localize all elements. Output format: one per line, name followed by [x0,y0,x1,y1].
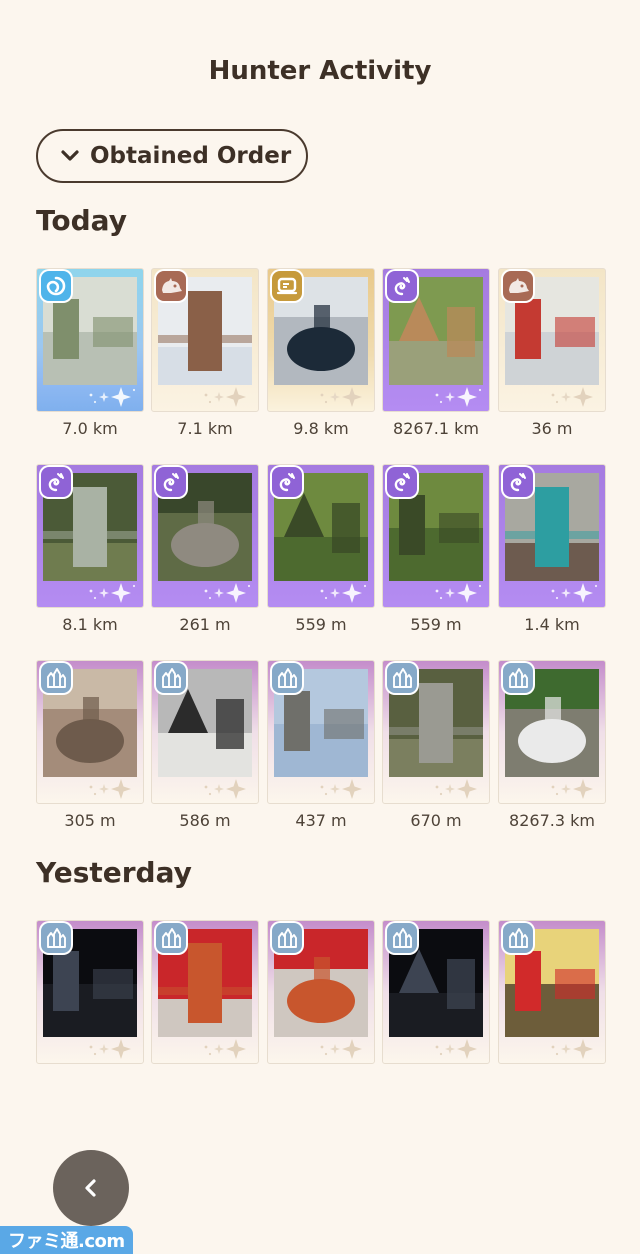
activity-card[interactable] [382,660,490,804]
activity-card[interactable] [36,920,144,1064]
activity-card[interactable] [382,920,490,1064]
activity-card[interactable] [267,464,375,608]
card-distance: 1.4 km [524,615,580,634]
back-button[interactable] [53,1150,129,1226]
activity-card[interactable] [151,464,259,608]
crystal-badge-icon [41,663,71,693]
sparkle-icon [308,778,368,800]
card-distance: 8267.3 km [509,811,595,830]
sparkle-icon [423,582,483,604]
sparkle-icon [192,386,252,408]
crystal-badge-icon [41,923,71,953]
chevron-left-icon [85,1179,96,1197]
activity-card[interactable] [151,660,259,804]
activity-card[interactable] [498,268,606,412]
sparkle-icon [308,582,368,604]
chevron-down-icon [61,150,79,161]
sparkle-icon [77,386,137,408]
card-distance: 7.0 km [62,419,118,438]
sparkle-icon [539,1038,599,1060]
swirl-badge-icon [41,271,71,301]
card-distance: 437 m [295,811,347,830]
card-distance: 8267.1 km [393,419,479,438]
spiral-badge-icon [503,467,533,497]
crystal-badge-icon [272,663,302,693]
card-distance: 7.1 km [177,419,233,438]
sparkle-icon [192,778,252,800]
sparkle-icon [192,1038,252,1060]
card-distance: 559 m [295,615,347,634]
activity-card[interactable] [36,660,144,804]
activity-card[interactable] [151,268,259,412]
activity-card[interactable] [151,920,259,1064]
sparkle-icon [423,386,483,408]
sparkle-icon [192,582,252,604]
sparkle-icon [539,778,599,800]
card-distance: 261 m [179,615,231,634]
activity-card[interactable] [267,268,375,412]
card-distance: 559 m [410,615,462,634]
sparkle-icon [423,778,483,800]
sparkle-icon [77,778,137,800]
card-distance: 8.1 km [62,615,118,634]
activity-card[interactable] [498,660,606,804]
box-badge-icon [272,271,302,301]
card-distance: 36 m [531,419,573,438]
section-title-yesterday: Yesterday [36,856,192,889]
crystal-badge-icon [387,663,417,693]
sparkle-icon [539,386,599,408]
sparkle-icon [308,386,368,408]
spiral-badge-icon [41,467,71,497]
activity-card[interactable] [498,464,606,608]
page-title: Hunter Activity [208,56,432,86]
card-distance: 670 m [410,811,462,830]
card-distance: 9.8 km [293,419,349,438]
crystal-badge-icon [387,923,417,953]
sparkle-icon [77,1038,137,1060]
card-distance: 586 m [179,811,231,830]
activity-card[interactable] [36,268,144,412]
creature-badge-icon [156,271,186,301]
activity-card[interactable] [267,920,375,1064]
spiral-badge-icon [156,467,186,497]
spiral-badge-icon [387,271,417,301]
crystal-badge-icon [272,923,302,953]
watermark-logo: ファミ通.com [0,1226,133,1254]
spiral-badge-icon [387,467,417,497]
card-distance: 305 m [64,811,116,830]
crystal-badge-icon [156,663,186,693]
crystal-badge-icon [503,663,533,693]
sparkle-icon [423,1038,483,1060]
sparkle-icon [539,582,599,604]
sort-order-label: Obtained Order [90,143,292,169]
activity-card[interactable] [382,464,490,608]
crystal-badge-icon [503,923,533,953]
activity-card[interactable] [267,660,375,804]
activity-card[interactable] [382,268,490,412]
sort-order-button[interactable]: Obtained Order [36,129,308,183]
section-title-today: Today [36,204,127,237]
sparkle-icon [77,582,137,604]
spiral-badge-icon [272,467,302,497]
creature-badge-icon [503,271,533,301]
crystal-badge-icon [156,923,186,953]
sparkle-icon [308,1038,368,1060]
activity-card[interactable] [36,464,144,608]
activity-card[interactable] [498,920,606,1064]
